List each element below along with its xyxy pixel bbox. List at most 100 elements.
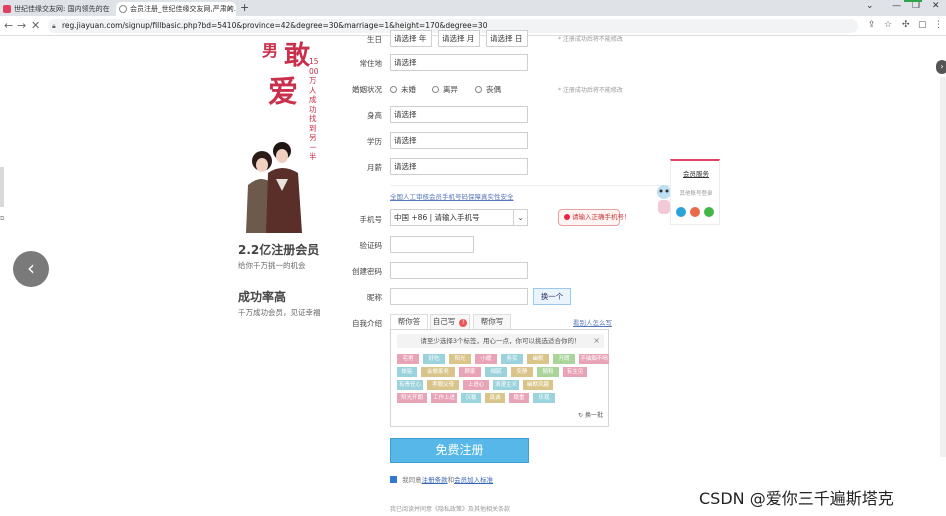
verification-code-input[interactable] (390, 236, 474, 253)
tab-title: 会员注册_世纪佳缘交友网,严肃的... (130, 5, 236, 13)
marriage-option-divorced[interactable]: 离异 (432, 84, 458, 95)
personality-tag[interactable]: 顾家 (459, 367, 481, 377)
page-scrollbar[interactable] (940, 77, 946, 457)
load-progress (904, 0, 922, 2)
personality-tag[interactable]: 有主见 (563, 367, 587, 377)
agree-checkbox[interactable] (390, 476, 397, 483)
height-label: 身高 (367, 111, 382, 120)
refresh-tags-button[interactable]: ↻ 换一批 (578, 410, 603, 419)
close-icon[interactable]: × (593, 334, 600, 348)
birth-year-select[interactable]: 请选择 年 (390, 30, 432, 47)
personality-tag[interactable]: 阳光 (449, 354, 471, 364)
personality-tag[interactable]: 不抽烟不喝 (579, 354, 609, 364)
form-divider (390, 185, 676, 186)
marriage-option-single[interactable]: 未婚 (390, 84, 416, 95)
personality-tag[interactable]: 真诚 (485, 393, 505, 403)
site-favicon-icon (3, 5, 11, 13)
nickname-input[interactable] (390, 288, 528, 305)
personality-tag[interactable]: 幽默 (527, 354, 549, 364)
close-tab-icon[interactable]: ✕ (227, 2, 233, 16)
education-select[interactable]: 请选择 (390, 132, 528, 149)
height-select[interactable]: 请选择 (390, 106, 528, 123)
phone-input[interactable]: 中国 +86 | 请输入手机号 ⌄ (390, 209, 528, 226)
previous-slide-button[interactable]: ‹ (13, 251, 49, 287)
birth-day-select[interactable]: 请选择 日 (486, 30, 528, 47)
promo-sub-members: 给你千万挑一的机会 (238, 261, 306, 270)
terms-link[interactable]: 注册条款 (422, 476, 448, 484)
password-input[interactable] (390, 262, 528, 279)
see-others-link[interactable]: 看别人怎么写 (573, 317, 612, 327)
new-tab-button[interactable]: + (240, 1, 249, 14)
left-edge-handle[interactable] (0, 167, 4, 207)
info-badge: ! (459, 319, 468, 327)
wechat-login-icon[interactable] (704, 207, 714, 217)
weibo-login-icon[interactable] (690, 207, 700, 217)
next-slide-button[interactable]: › (936, 60, 946, 74)
nickname-label: 昵称 (367, 293, 382, 302)
tab-help-answer[interactable]: 帮你答 (390, 314, 428, 329)
forward-icon[interactable]: → (17, 19, 26, 32)
tab-self-write[interactable]: 自己写! (430, 314, 470, 329)
promo-sub-success: 千万成功会员，见证幸福 (238, 308, 321, 317)
maximize-button[interactable]: ❐ (912, 1, 920, 11)
browser-tab-1[interactable]: 世纪佳缘交友网: 国内领先的在... (0, 2, 110, 16)
personality-tag[interactable]: 宅男 (397, 354, 419, 364)
chevron-down-icon: ⌄ (517, 213, 524, 222)
personality-tag[interactable]: 阳光开朗 (397, 393, 427, 403)
personality-tag[interactable]: 安静 (511, 367, 533, 377)
personality-tag[interactable]: 体贴 (397, 367, 417, 377)
personality-tag[interactable]: 上进心 (463, 380, 489, 390)
other-login-text: 其他账号登录 (679, 191, 713, 197)
personality-tag[interactable]: 工作上进 (431, 393, 457, 403)
security-note-link[interactable]: 全国人工审核会员手机号码保障真实性安全 (390, 191, 514, 201)
qq-login-icon[interactable] (676, 207, 686, 217)
browser-tab-bar: 世纪佳缘交友网: 国内领先的在... 会员注册_世纪佳缘交友网,严肃的... ✕… (0, 0, 946, 16)
personality-tag[interactable]: 细腻 (485, 367, 507, 377)
personality-tag[interactable]: 务实 (501, 354, 523, 364)
tab-help-write[interactable]: 帮你写 (473, 314, 511, 329)
personality-tag[interactable]: 随和 (537, 367, 559, 377)
menu-icon[interactable]: ⋮ (934, 20, 943, 30)
personality-tag[interactable]: 小暖 (475, 354, 497, 364)
personality-tag[interactable]: 会做家务 (421, 367, 455, 377)
phone-value: 中国 +86 | 请输入手机号 (394, 213, 480, 222)
personality-tag[interactable]: 开朗 (553, 354, 575, 364)
personality-tag[interactable]: 幽默风趣 (523, 380, 553, 390)
birth-month-select[interactable]: 请选择 月 (438, 30, 480, 47)
minimize-button[interactable]: — (892, 1, 901, 11)
browser-tab-2[interactable]: 会员注册_世纪佳缘交友网,严肃的... ✕ (116, 2, 236, 16)
extensions-icon[interactable]: ✣ (902, 20, 910, 30)
residence-label: 常住地 (359, 59, 383, 68)
birthday-label: 生日 (367, 35, 382, 44)
personality-tag[interactable]: 好吃 (423, 354, 445, 364)
loading-spinner-icon (119, 5, 127, 13)
register-button[interactable]: 免费注册 (390, 438, 529, 463)
back-icon[interactable]: ← (4, 19, 13, 32)
tab-search-icon[interactable]: ⌄ (866, 1, 874, 11)
personality-tag[interactable]: 稳重 (509, 393, 529, 403)
personality-tag[interactable]: 沉稳 (461, 393, 481, 403)
tag-tip: 请至少选择3个标签，用心一点，你可以挑选适合你的！ × (397, 334, 604, 348)
personality-tag[interactable]: 乐观 (533, 393, 555, 403)
refresh-icon: ↻ (578, 412, 584, 419)
bookmark-star-icon[interactable]: ☆ (884, 20, 892, 30)
change-nickname-button[interactable]: 换一个 (533, 288, 571, 305)
privacy-footer-note: 我已阅读并同意《隐私政策》及其他相关条款 (390, 506, 511, 513)
stop-loading-icon[interactable]: ✕ (31, 19, 40, 32)
hero-vertical-slogan: 1500万人成功找到另一半 (309, 57, 319, 161)
radio-icon (475, 86, 482, 93)
close-window-button[interactable]: ✕ (932, 1, 940, 11)
personality-tag[interactable]: 孝顺父母 (427, 380, 459, 390)
personality-tag[interactable]: 有责任心 (397, 380, 423, 390)
income-select[interactable]: 请选择 (390, 158, 528, 175)
standards-link[interactable]: 会员加入标准 (454, 476, 493, 484)
country-code-dropdown[interactable]: ⌄ (513, 210, 527, 225)
personality-tag[interactable]: 浪漫主义 (493, 380, 519, 390)
radio-icon (390, 86, 397, 93)
birthday-hint: * 注册成功后将不能修改 (558, 36, 623, 43)
share-icon[interactable]: ⇪ (868, 20, 876, 30)
marriage-option-widowed[interactable]: 丧偶 (475, 84, 501, 95)
member-service-title[interactable]: 会员服务 (671, 168, 721, 178)
residence-select[interactable]: 请选择 (390, 54, 528, 71)
profile-icon[interactable]: ▢ (918, 20, 927, 30)
